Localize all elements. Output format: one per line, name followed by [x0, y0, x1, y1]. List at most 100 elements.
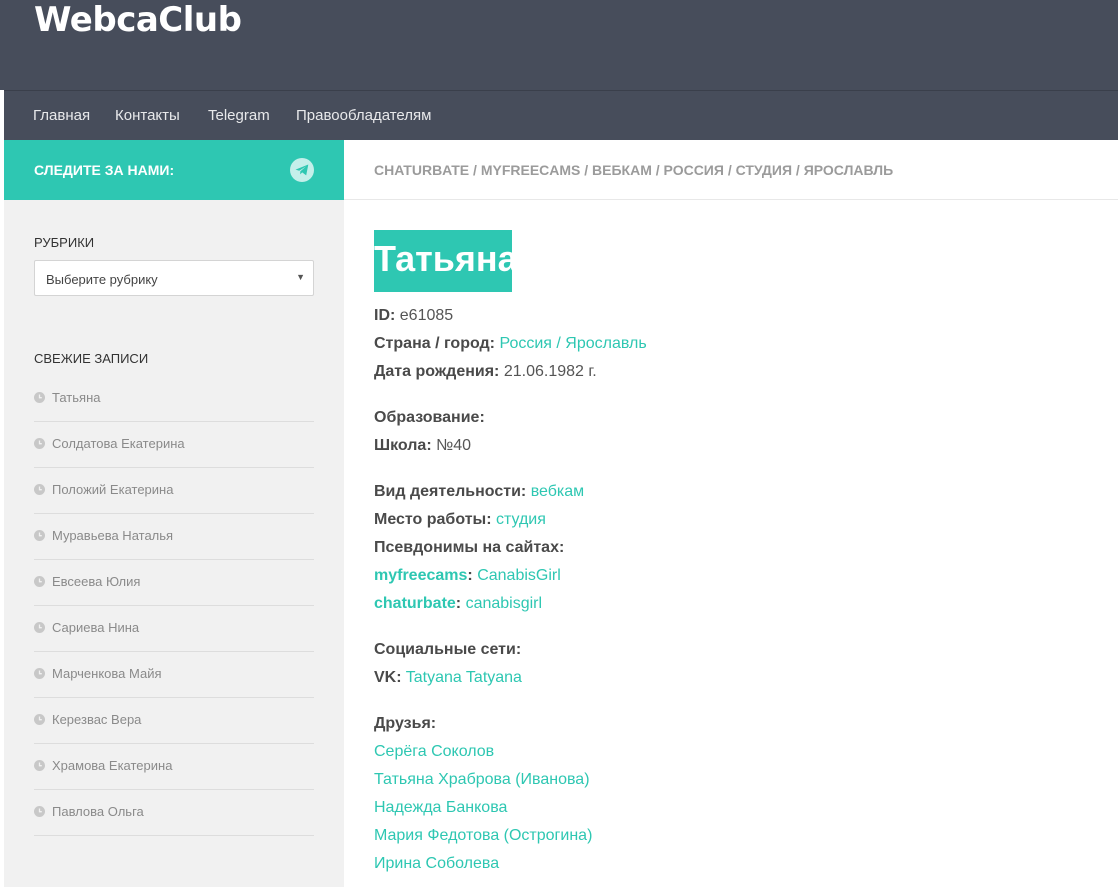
category-select[interactable]: Выберите рубрику ▼: [34, 260, 314, 296]
clock-icon: [34, 576, 45, 587]
recent-post-title: Керезвас Вера: [52, 712, 142, 727]
category-select-value: Выберите рубрику: [46, 272, 158, 287]
friend-link[interactable]: Мария Федотова (Острогина): [374, 827, 592, 845]
recent-post-item[interactable]: Марченкова Майя: [34, 652, 314, 698]
telegram-icon[interactable]: [290, 158, 314, 182]
social-line: Социальные сети:: [374, 641, 521, 659]
school-value: №40: [436, 437, 472, 454]
id-value: e61085: [399, 307, 454, 324]
alias-site-link[interactable]: myfreecams: [374, 567, 467, 584]
activity-line: Вид деятельности: вебкам: [374, 483, 584, 501]
work-line: Место работы: студия: [374, 511, 546, 529]
recent-post-title: Павлова Ольга: [52, 804, 144, 819]
breadcrumb-link[interactable]: ВЕБКАМ: [592, 162, 652, 178]
content-topbar: CHATURBATE / MYFREECAMS / ВЕБКАМ / РОССИ…: [344, 140, 1118, 200]
site-header: WebcaClub: [0, 0, 1118, 90]
country-link[interactable]: Россия: [499, 335, 551, 352]
recent-post-title: Сариева Нина: [52, 620, 140, 635]
aliases-line: Псевдонимы на сайтах:: [374, 539, 564, 557]
aliases-label: Псевдонимы на сайтах:: [374, 539, 565, 556]
breadcrumb-link[interactable]: MYFREECAMS: [481, 162, 581, 178]
alias-line-chaturbate: chaturbate: canabisgirl: [374, 595, 543, 612]
friend-link[interactable]: Ирина Соболева: [374, 855, 499, 873]
breadcrumb-separator: /: [469, 162, 481, 178]
id-line: ID: e61085: [374, 307, 453, 325]
country-label: Страна / город:: [374, 335, 496, 352]
friends-label: Друзья:: [374, 715, 437, 732]
clock-icon: [34, 484, 45, 495]
alias-site-link[interactable]: chaturbate: [374, 595, 456, 612]
breadcrumb-separator: /: [580, 162, 593, 178]
breadcrumb-link[interactable]: СТУДИЯ: [736, 162, 792, 178]
sidebar: СЛЕДИТЕ ЗА НАМИ: РУБРИКИ Выберите рубрик…: [4, 140, 344, 887]
id-label: ID:: [374, 307, 396, 324]
recent-post-title: Положий Екатерина: [52, 482, 174, 497]
alias-name-link[interactable]: CanabisGirl: [477, 567, 561, 584]
work-label: Место работы:: [374, 511, 492, 528]
friend-link[interactable]: Серёга Соколов: [374, 743, 494, 761]
page-title: Татьяна: [374, 230, 518, 292]
school-line: Школа: №40: [374, 437, 471, 455]
recent-posts-list: Татьяна Солдатова Екатерина Положий Екатер…: [34, 376, 314, 836]
city-link[interactable]: Ярославль: [565, 335, 646, 352]
recent-post-item[interactable]: Сариева Нина: [34, 606, 314, 652]
breadcrumb-link[interactable]: CHATURBATE: [374, 162, 469, 178]
nav-item-telegram[interactable]: Telegram: [208, 107, 270, 124]
recent-post-title: Муравьева Наталья: [52, 528, 174, 543]
breadcrumb-separator: /: [651, 162, 664, 178]
breadcrumb-separator: /: [723, 162, 736, 178]
education-line: Образование:: [374, 409, 485, 427]
clock-icon: [34, 622, 45, 633]
recent-post-item[interactable]: Татьяна: [34, 376, 314, 422]
follow-bar: СЛЕДИТЕ ЗА НАМИ:: [4, 140, 344, 200]
site-title[interactable]: WebcaClub: [34, 0, 242, 40]
friends-line: Друзья:: [374, 715, 436, 733]
clock-icon: [34, 714, 45, 725]
breadcrumb-link[interactable]: РОССИЯ: [664, 162, 724, 178]
friend-link[interactable]: Татьяна Храброва (Иванова): [374, 771, 590, 789]
clock-icon: [34, 760, 45, 771]
recent-post-item[interactable]: Евсеева Юлия: [34, 560, 314, 606]
clock-icon: [34, 392, 45, 403]
categories-title: РУБРИКИ: [34, 235, 95, 250]
main-nav: Главная Контакты Telegram Правообладател…: [4, 90, 1118, 140]
recent-post-title: Солдатова Екатерина: [52, 436, 185, 451]
activity-link[interactable]: вебкам: [531, 483, 584, 500]
nav-item-contacts[interactable]: Контакты: [115, 107, 180, 124]
school-label: Школа:: [374, 437, 432, 454]
chevron-down-icon: ▼: [296, 272, 305, 282]
alias-line-myfreecams: myfreecams: CanabisGirl: [374, 567, 561, 584]
recent-post-item[interactable]: Муравьева Наталья: [34, 514, 314, 560]
recent-post-item[interactable]: Храмова Екатерина: [34, 744, 314, 790]
social-label: Социальные сети:: [374, 641, 522, 658]
city-separator: /: [551, 335, 566, 352]
vk-link[interactable]: Tatyana Tatyana: [406, 669, 522, 686]
recent-post-title: Храмова Екатерина: [52, 758, 173, 773]
breadcrumb: CHATURBATE / MYFREECAMS / ВЕБКАМ / РОССИ…: [374, 162, 893, 178]
clock-icon: [34, 530, 45, 541]
nav-item-home[interactable]: Главная: [33, 107, 90, 124]
recent-post-item[interactable]: Керезвас Вера: [34, 698, 314, 744]
clock-icon: [34, 806, 45, 817]
recent-posts-title: СВЕЖИЕ ЗАПИСИ: [34, 351, 149, 366]
clock-icon: [34, 438, 45, 449]
follow-label: СЛЕДИТЕ ЗА НАМИ:: [34, 162, 175, 178]
birth-label: Дата рождения:: [374, 363, 500, 380]
recent-post-title: Марченкова Майя: [52, 666, 162, 681]
clock-icon: [34, 668, 45, 679]
work-link[interactable]: студия: [496, 511, 546, 528]
birth-value: 21.06.1982 г.: [503, 363, 597, 380]
recent-post-title: Татьяна: [52, 390, 101, 405]
breadcrumb-link[interactable]: ЯРОСЛАВЛЬ: [804, 162, 893, 178]
country-line: Страна / город: Россия / Ярославль: [374, 335, 647, 353]
recent-post-item[interactable]: Павлова Ольга: [34, 790, 314, 836]
nav-item-rightholders[interactable]: Правообладателям: [296, 107, 431, 124]
recent-post-item[interactable]: Солдатова Екатерина: [34, 422, 314, 468]
alias-name-link[interactable]: canabisgirl: [466, 595, 542, 612]
vk-label: VK:: [374, 669, 402, 686]
education-label: Образование:: [374, 409, 485, 426]
birth-line: Дата рождения: 21.06.1982 г.: [374, 363, 597, 381]
recent-post-item[interactable]: Положий Екатерина: [34, 468, 314, 514]
friend-link[interactable]: Надежда Банкова: [374, 799, 507, 817]
recent-post-title: Евсеева Юлия: [52, 574, 141, 589]
